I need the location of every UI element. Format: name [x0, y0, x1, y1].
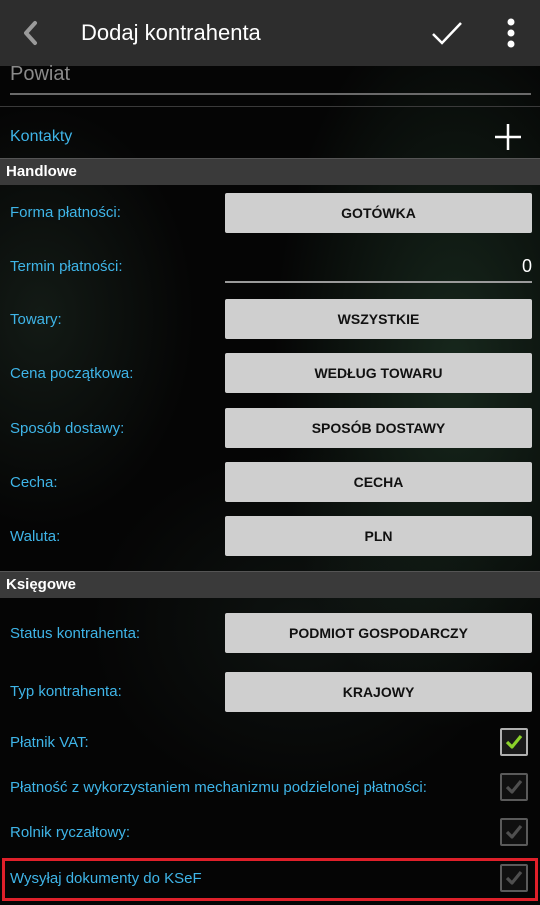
check-icon	[505, 824, 523, 839]
section-title: Księgowe	[6, 576, 77, 593]
cecha-button[interactable]: CECHA	[225, 462, 532, 502]
forma-platnosci-label: Forma płatności:	[10, 204, 121, 221]
typ-kontrahenta-label: Typ kontrahenta:	[10, 683, 122, 700]
platnik-vat-checkbox[interactable]	[500, 728, 528, 756]
contacts-label[interactable]: Kontakty	[10, 128, 72, 146]
powiat-underline	[10, 93, 531, 95]
sposob-dostawy-button[interactable]: SPOSÓB DOSTAWY	[225, 408, 532, 448]
typ-kontrahenta-button[interactable]: KRAJOWY	[225, 672, 532, 712]
cena-poczatkowa-label: Cena początkowa:	[10, 365, 134, 382]
rolnik-checkbox[interactable]	[500, 818, 528, 846]
page-title: Dodaj kontrahenta	[81, 20, 261, 45]
waluta-label: Waluta:	[10, 528, 61, 545]
forma-platnosci-button[interactable]: GOTÓWKA	[225, 193, 532, 233]
section-header-handlowe: Handlowe	[0, 158, 540, 185]
app-bar: Dodaj kontrahenta	[0, 0, 540, 66]
split-payment-checkbox[interactable]	[500, 773, 528, 801]
plus-icon[interactable]	[493, 122, 523, 152]
platnik-vat-label: Płatnik VAT:	[10, 734, 89, 751]
check-icon[interactable]	[430, 18, 464, 48]
rolnik-label: Rolnik ryczałtowy:	[10, 824, 131, 841]
towary-label: Towary:	[10, 311, 62, 328]
section-header-ksiegowe: Księgowe	[0, 571, 540, 598]
split-payment-label: Płatność z wykorzystaniem mechanizmu pod…	[10, 779, 427, 796]
check-icon	[505, 734, 523, 749]
powiat-field[interactable]: Powiat	[10, 63, 70, 86]
sposob-dostawy-label: Sposób dostawy:	[10, 420, 125, 437]
towary-button[interactable]: WSZYSTKIE	[225, 299, 532, 339]
status-kontrahenta-label: Status kontrahenta:	[10, 625, 141, 642]
status-kontrahenta-button[interactable]: PODMIOT GOSPODARCZY	[225, 613, 532, 653]
more-vert-icon[interactable]	[496, 16, 526, 50]
waluta-button[interactable]: PLN	[225, 516, 532, 556]
termin-platnosci-underline	[225, 281, 532, 283]
termin-platnosci-label: Termin płatności:	[10, 258, 123, 275]
divider	[0, 106, 540, 107]
section-title: Handlowe	[6, 163, 77, 180]
termin-platnosci-input[interactable]	[225, 254, 532, 278]
cecha-label: Cecha:	[10, 474, 58, 491]
ksef-highlight-frame	[2, 858, 538, 901]
cena-poczatkowa-button[interactable]: WEDŁUG TOWARU	[225, 353, 532, 393]
chevron-left-icon[interactable]	[16, 18, 46, 48]
check-icon	[505, 779, 523, 794]
